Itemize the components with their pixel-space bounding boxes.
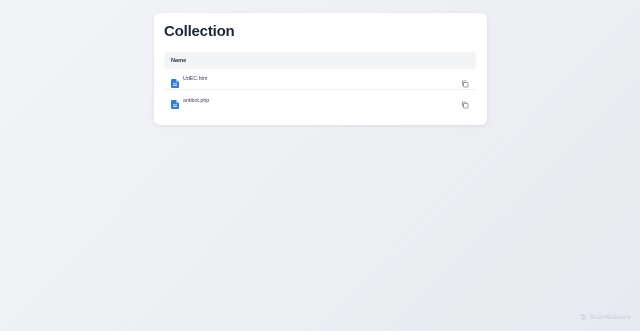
copy-icon[interactable] (461, 75, 469, 88)
table-header: Name (164, 52, 476, 69)
scanmalware-logo-icon (580, 313, 588, 321)
file-table: Name UdEC.htm antibot.php (164, 52, 476, 111)
brand-name: ScanMalware (589, 313, 631, 321)
copy-icon[interactable] (461, 96, 469, 109)
page-title: Collection (164, 23, 235, 40)
table-row[interactable]: antibot.php (164, 90, 476, 111)
file-document-icon (171, 96, 179, 109)
table-row[interactable]: UdEC.htm (164, 69, 476, 90)
column-header-name: Name (171, 57, 187, 64)
file-name[interactable]: UdEC.htm (183, 76, 207, 82)
brand-watermark: ScanMalware (580, 313, 631, 321)
file-document-icon (171, 75, 179, 88)
collection-card: Collection Name UdEC.htm antibot.php (154, 13, 487, 125)
file-name[interactable]: antibot.php (183, 98, 209, 104)
